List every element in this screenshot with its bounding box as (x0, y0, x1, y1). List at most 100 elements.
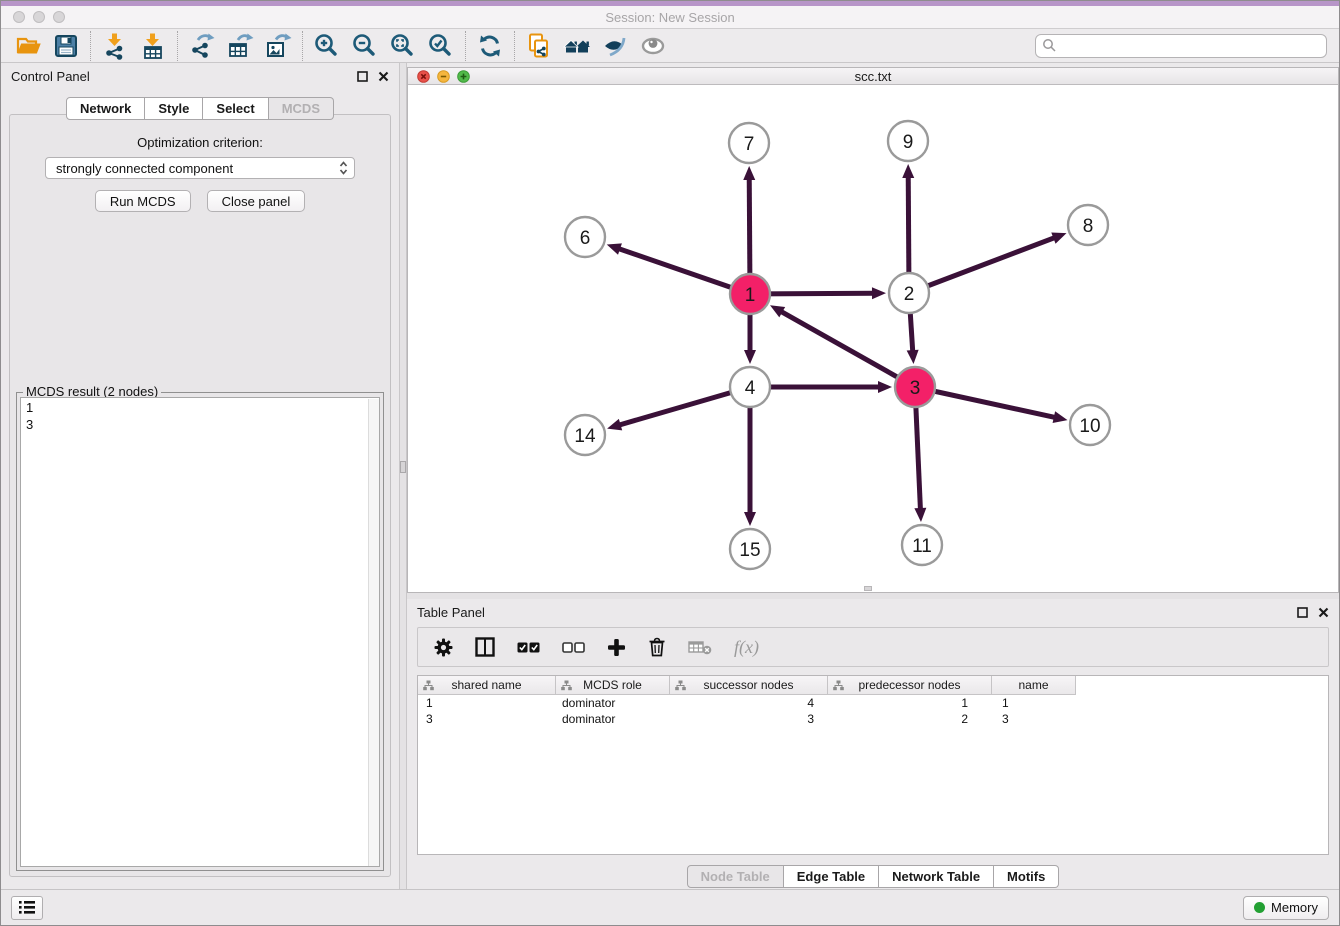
graph-node-15[interactable]: 15 (730, 529, 770, 569)
graph-node-14[interactable]: 14 (565, 415, 605, 455)
graph-node-7[interactable]: 7 (729, 123, 769, 163)
select-all-columns-button[interactable] (517, 642, 540, 653)
toolbar-separator (90, 31, 91, 61)
delete-column-button[interactable] (648, 637, 666, 657)
gear-icon (434, 638, 453, 657)
graph-edge-2-8[interactable] (909, 237, 1056, 293)
function-builder-button[interactable]: f(x) (734, 637, 759, 658)
tab-mcds[interactable]: MCDS (269, 97, 334, 120)
refresh-icon (476, 32, 504, 60)
export-network-button[interactable] (183, 31, 221, 61)
svg-text:15: 15 (739, 540, 760, 561)
import-table-button[interactable] (134, 31, 172, 61)
tab-motifs[interactable]: Motifs (994, 865, 1059, 888)
result-scrollbar[interactable] (368, 399, 379, 866)
tab-select[interactable]: Select (203, 97, 268, 120)
graph-edge-3-10[interactable] (915, 387, 1057, 418)
graph-node-1[interactable]: 1 (730, 274, 770, 314)
table-row[interactable]: 3dominator323 (418, 711, 1328, 727)
search-input[interactable] (1057, 36, 1326, 56)
add-column-button[interactable] (607, 638, 626, 657)
tab-edge-table[interactable]: Edge Table (784, 865, 879, 888)
export-table-icon (226, 32, 254, 60)
tab-network[interactable]: Network (66, 97, 145, 120)
plus-icon (607, 638, 626, 657)
table-mode-gear-button[interactable] (434, 638, 453, 657)
graph-node-10[interactable]: 10 (1070, 405, 1110, 445)
clone-network-button[interactable] (520, 31, 558, 61)
network-window-titlebar[interactable]: scc.txt (408, 68, 1338, 85)
zoom-out-button[interactable] (346, 31, 384, 61)
export-image-icon (264, 32, 292, 60)
save-session-button[interactable] (47, 31, 85, 61)
run-mcds-button[interactable]: Run MCDS (95, 190, 191, 212)
graph-edge-3-1[interactable] (780, 311, 915, 387)
column-header-shared-name[interactable]: shared name (418, 676, 556, 695)
graph-node-2[interactable]: 2 (889, 273, 929, 313)
edge-arrowhead (607, 243, 622, 254)
export-table-button[interactable] (221, 31, 259, 61)
network-view[interactable]: 7 9 6 8 1 2 4 3 14 10 15 11 (408, 85, 1338, 592)
network-canvas[interactable]: 7 9 6 8 1 2 4 3 14 10 15 11 (408, 85, 1338, 587)
table-header-row: shared nameMCDS rolesuccessor nodesprede… (418, 676, 1328, 695)
close-panel-icon[interactable] (378, 71, 389, 82)
splitter-grip[interactable] (400, 461, 406, 473)
column-header-predecessor-nodes[interactable]: predecessor nodes (828, 676, 992, 695)
graph-node-11[interactable]: 11 (902, 525, 942, 565)
float-panel-icon[interactable] (357, 71, 368, 82)
column-header-name[interactable]: name (992, 676, 1076, 695)
zoom-in-button[interactable] (308, 31, 346, 61)
export-image-button[interactable] (259, 31, 297, 61)
graph-node-4[interactable]: 4 (730, 367, 770, 407)
edge-arrowhead (1053, 411, 1068, 423)
delete-table-icon (688, 639, 712, 655)
tab-node-table[interactable]: Node Table (687, 865, 784, 888)
node-table[interactable]: shared nameMCDS rolesuccessor nodesprede… (417, 675, 1329, 855)
control-panel: Control Panel NetworkStyleSelectMCDS Opt… (1, 63, 399, 889)
memory-button[interactable]: Memory (1243, 896, 1329, 920)
optimization-criterion-dropdown[interactable]: strongly connected component (45, 157, 355, 179)
search-icon (1042, 38, 1057, 53)
graph-node-6[interactable]: 6 (565, 217, 605, 257)
show-task-history-button[interactable] (11, 896, 43, 920)
cell-successor_nodes: 3 (670, 711, 828, 727)
table-toolbar: f(x) (417, 627, 1329, 667)
close-panel-button[interactable]: Close panel (207, 190, 306, 212)
show-hide-graphics-details-button[interactable] (596, 31, 634, 61)
zoom-fit-button[interactable] (384, 31, 422, 61)
zoom-selected-button[interactable] (422, 31, 460, 61)
delete-table-button[interactable] (688, 639, 712, 655)
show-column-button[interactable] (475, 637, 495, 657)
graph-node-3[interactable]: 3 (895, 367, 935, 407)
cell-predecessor_nodes: 2 (828, 711, 992, 727)
column-header-MCDS-role[interactable]: MCDS role (556, 676, 670, 695)
search-field[interactable] (1035, 34, 1327, 58)
network-resize-grip[interactable] (864, 586, 872, 591)
graph-node-9[interactable]: 9 (888, 121, 928, 161)
unchecked-boxes-icon (562, 642, 585, 653)
graph-node-8[interactable]: 8 (1068, 205, 1108, 245)
refresh-layout-button[interactable] (471, 31, 509, 61)
sitemap-icon (423, 680, 434, 694)
edge-arrowhead (607, 419, 622, 431)
mcds-result-text[interactable]: 13 (20, 397, 380, 867)
column-header-successor-nodes[interactable]: successor nodes (670, 676, 828, 695)
trash-icon (648, 637, 666, 657)
open-folder-icon (14, 32, 42, 60)
edge-arrowhead (914, 508, 926, 522)
open-session-button[interactable] (9, 31, 47, 61)
table-row[interactable]: 1dominator411 (418, 695, 1328, 711)
close-panel-icon[interactable] (1318, 607, 1329, 618)
float-panel-icon[interactable] (1297, 607, 1308, 618)
dropdown-stepper-icon (334, 161, 352, 175)
toolbar-separator (514, 31, 515, 61)
import-network-button[interactable] (96, 31, 134, 61)
home-layout-button[interactable] (558, 31, 596, 61)
unselect-all-columns-button[interactable] (562, 642, 585, 653)
cell-name: 1 (992, 695, 1076, 711)
panel-splitter-vertical[interactable] (399, 63, 407, 889)
tab-style[interactable]: Style (145, 97, 203, 120)
birdseye-view-button[interactable] (634, 31, 672, 61)
memory-button-label: Memory (1271, 900, 1318, 915)
tab-network-table[interactable]: Network Table (879, 865, 994, 888)
